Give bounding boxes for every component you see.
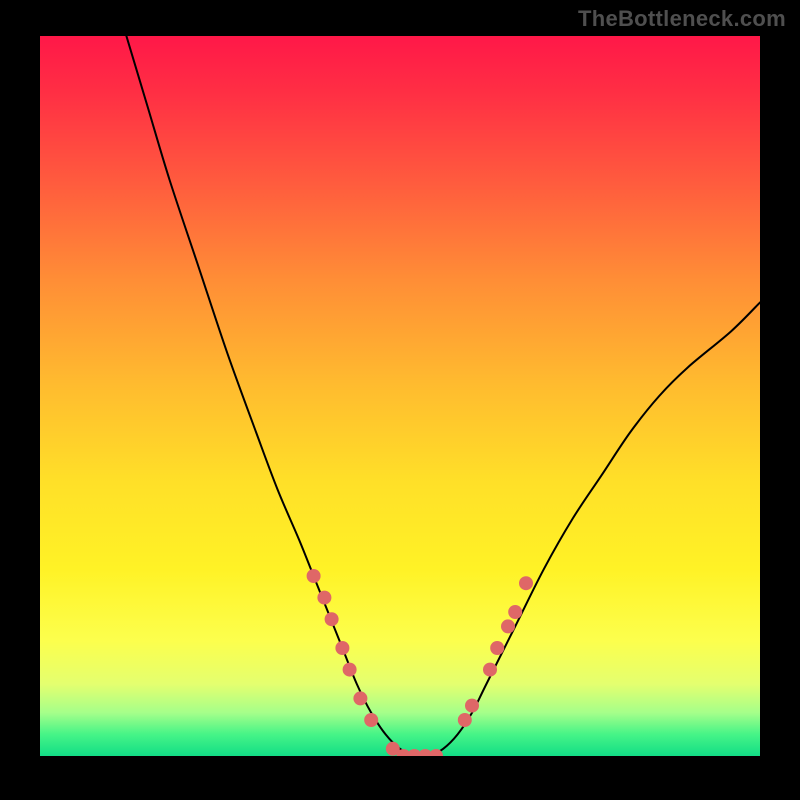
data-marker <box>343 663 357 677</box>
data-marker <box>353 691 367 705</box>
data-marker <box>335 641 349 655</box>
data-marker <box>519 576 533 590</box>
data-marker <box>364 713 378 727</box>
data-marker <box>325 612 339 626</box>
chart-container: TheBottleneck.com <box>0 0 800 800</box>
attribution-label: TheBottleneck.com <box>578 6 786 32</box>
plot-area <box>40 36 760 756</box>
data-marker <box>501 619 515 633</box>
data-marker <box>465 699 479 713</box>
data-marker <box>490 641 504 655</box>
data-marker <box>483 663 497 677</box>
bottleneck-curve <box>126 36 760 756</box>
data-marker <box>307 569 321 583</box>
data-markers <box>307 569 533 756</box>
data-marker <box>458 713 472 727</box>
data-marker <box>508 605 522 619</box>
curve-svg <box>40 36 760 756</box>
data-marker <box>317 591 331 605</box>
